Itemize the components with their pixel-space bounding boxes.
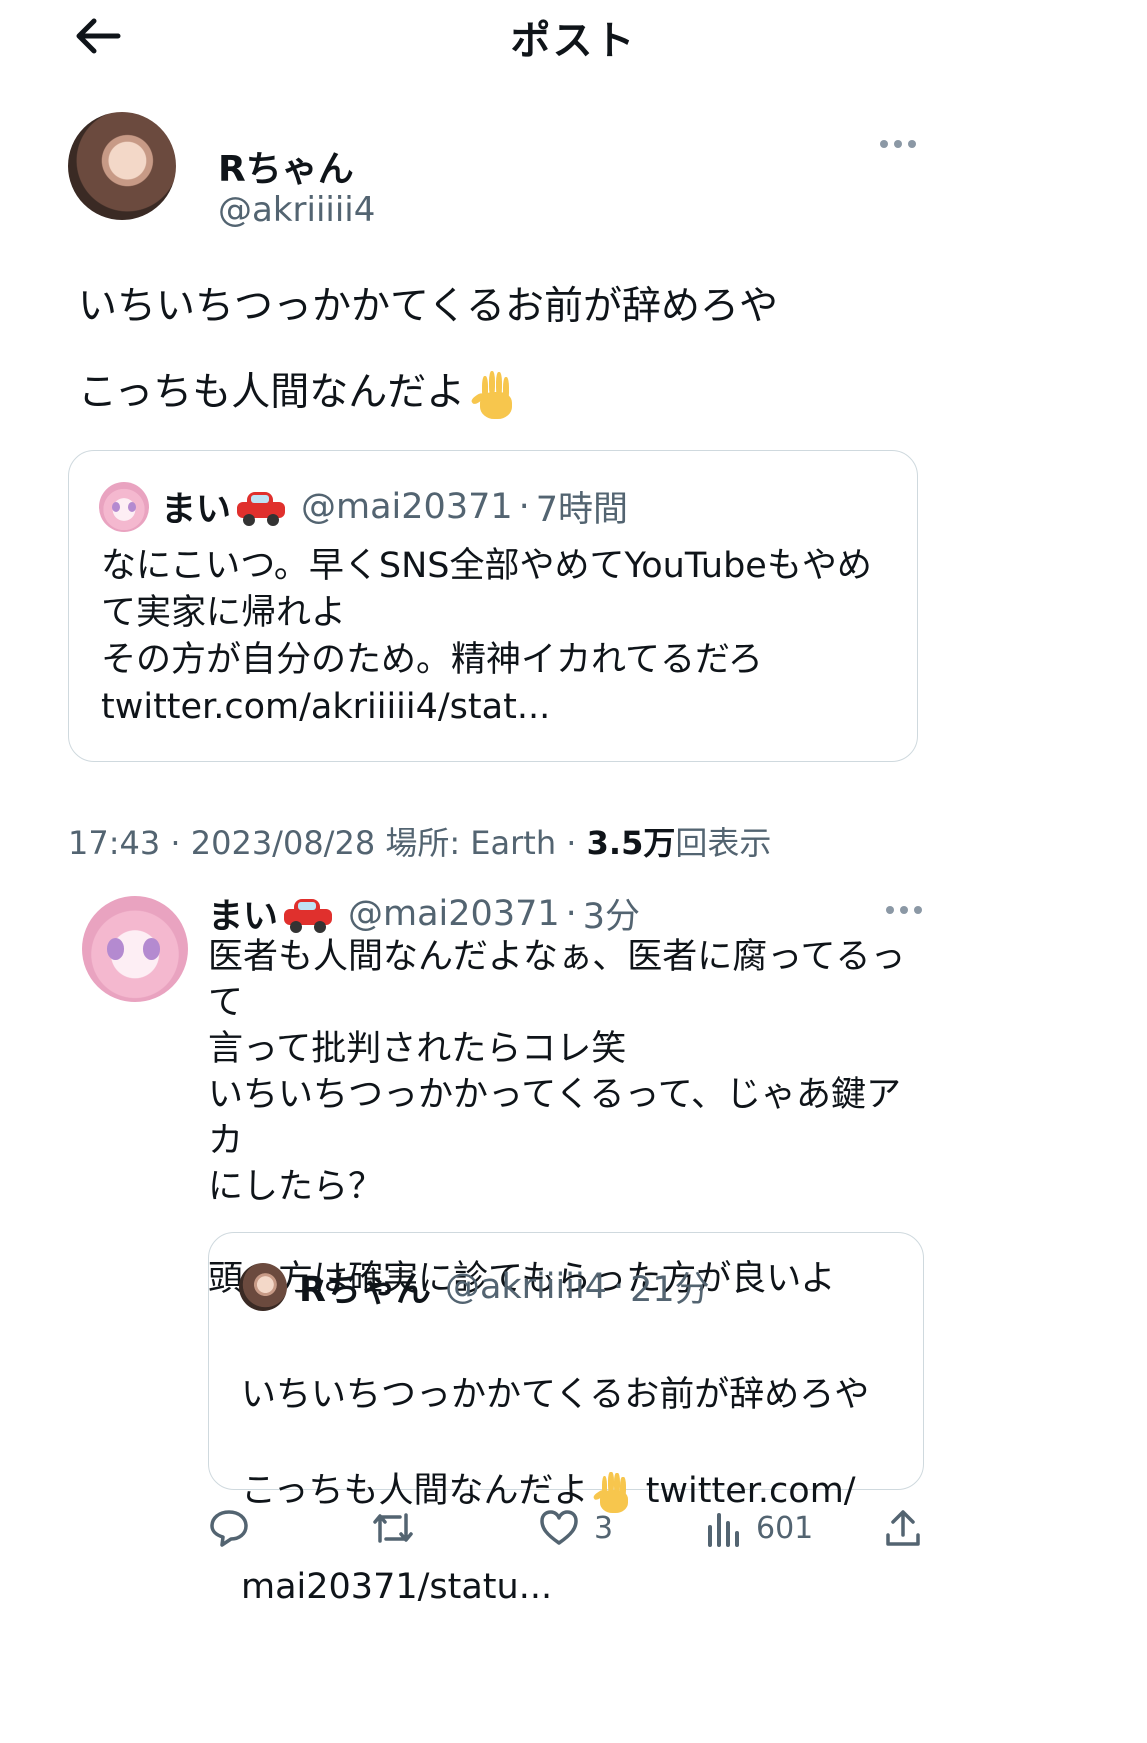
post-date: 2023/08/28 [190, 824, 376, 862]
quoted-author-name: まい [161, 490, 232, 530]
action-bar: 3 601 [0, 1505, 1147, 1565]
reply-quoted-text: いちいちつっかかてくるお前が辞めろや こっちも人間なんだよ twitter.co… [241, 1323, 921, 1659]
quoted-author-avatar [99, 481, 149, 532]
views-button[interactable]: 601 [706, 1507, 813, 1549]
more-dot [886, 906, 894, 914]
more-dot [894, 140, 902, 148]
car-emoji [282, 897, 334, 933]
quoted-post-header: まい @mai20371 · 7時間 [99, 481, 628, 532]
bar-chart-icon [708, 1513, 739, 1547]
author-name[interactable]: Rちゃん [218, 140, 354, 192]
reply-quoted-author-handle: @akriiiii4 [444, 1266, 607, 1307]
more-dot [900, 906, 908, 914]
reply-quoted-author-name: Rちゃん [299, 1270, 431, 1310]
top-bar: ポスト [0, 0, 1147, 70]
reply-header: まい @mai20371 · 3分 [208, 888, 640, 939]
like-count: 3 [594, 1510, 614, 1546]
share-button[interactable] [884, 1507, 922, 1549]
reply-more-options-button[interactable] [886, 906, 922, 914]
reply-author-avatar[interactable] [82, 896, 188, 1002]
reply-time: 3分 [582, 897, 641, 937]
reply-quoted-avatar [239, 1262, 287, 1311]
more-options-button[interactable] [880, 140, 916, 148]
reply-quoted-line-3[interactable]: mai20371/statu... [241, 1563, 921, 1611]
post-time: 17:43 [68, 824, 161, 862]
meta-sep: · [170, 824, 191, 862]
reply-quoted-post-card[interactable]: Rちゃん @akriiiii4 · 21分 いちいちつっかかてくるお前が辞めろや… [208, 1232, 924, 1607]
post-text: いちいちつっかかてくるお前が辞めろや こっちも人間なんだよ [78, 264, 1078, 436]
reply-author-name[interactable]: まい [208, 888, 278, 939]
reply-quoted-header: Rちゃん @akriiiii4 · 21分 [239, 1261, 710, 1312]
quoted-post-text: なにこいつ。早くSNS全部やめてYouTubeもやめ て実家に帰れよ その方が自… [101, 546, 872, 727]
separator-dot: · [518, 486, 530, 527]
heart-icon [540, 1510, 578, 1545]
more-dot [914, 906, 922, 914]
like-button[interactable]: 3 [538, 1507, 613, 1549]
meta-sep: · [566, 824, 587, 862]
quoted-author-handle: @mai20371 [301, 486, 513, 527]
more-dot [880, 140, 888, 148]
raised-hand-emoji [470, 369, 519, 421]
author-handle[interactable]: @akriiiii4 [218, 190, 375, 230]
quoted-post-card[interactable]: まい @mai20371 · 7時間 なにこいつ。早くSNS全部やめてYouTu… [68, 450, 918, 762]
quoted-post-time: 7時間 [535, 490, 629, 530]
view-label: 回表示 [675, 824, 772, 862]
views-count: 601 [756, 1510, 814, 1546]
reply-quoted-time: 21分 [630, 1270, 710, 1310]
car-emoji [235, 490, 287, 526]
post-location[interactable]: 場所: Earth [385, 824, 556, 862]
reply-quoted-line-1: いちいちつっかかてくるお前が辞めろや [241, 1375, 870, 1415]
author-avatar[interactable] [68, 112, 176, 220]
separator-dot: · [565, 893, 577, 934]
post-text-body: いちいちつっかかてくるお前が辞めろや こっちも人間なんだよ [78, 284, 779, 415]
view-count: 3.5万 [586, 824, 676, 862]
share-icon [886, 1510, 920, 1546]
reply-author-handle[interactable]: @mai20371 [348, 894, 560, 934]
page-title: ポスト [510, 18, 637, 64]
retweet-icon [373, 1513, 413, 1543]
more-dot [908, 140, 916, 148]
reply-button[interactable] [208, 1507, 250, 1549]
separator-dot: · [612, 1266, 625, 1307]
reply-icon [210, 1510, 248, 1547]
post-meta: 17:43 · 2023/08/28 場所: Earth · 3.5万回表示 [68, 818, 771, 864]
retweet-button[interactable] [370, 1507, 416, 1549]
